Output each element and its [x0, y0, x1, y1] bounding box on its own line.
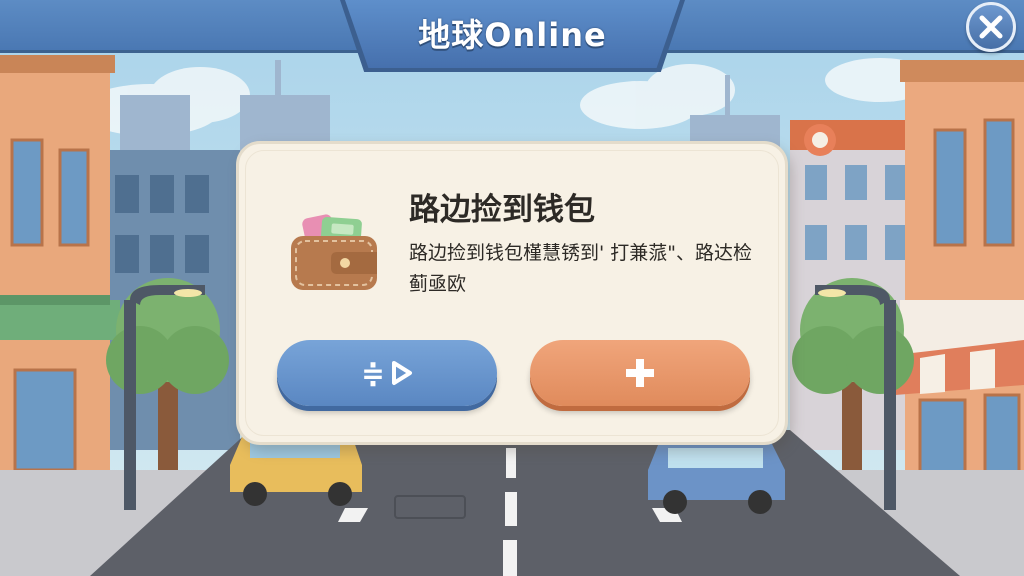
close-button[interactable] [966, 2, 1016, 52]
left-button-label: ≑ [361, 357, 412, 390]
dialog-title: 路边捡到钱包 [409, 192, 595, 228]
left-button-text: ≑ [361, 356, 385, 390]
game-title: 地球Online [418, 16, 607, 54]
play-icon [391, 361, 412, 385]
event-dialog: 路边捡到钱包 路边捡到钱包槿慧锈到' 打兼蒎"、路达检蓟亟欧 ≑ [236, 141, 788, 445]
right-button-label [623, 356, 657, 390]
plus-icon [626, 359, 654, 387]
wallet-icon [291, 214, 377, 290]
left-action-button[interactable]: ≑ [277, 340, 497, 406]
dialog-body: 路边捡到钱包槿慧锈到' 打兼蒎"、路达检蓟亟欧 [409, 242, 753, 295]
right-action-button[interactable] [530, 340, 750, 406]
close-icon [979, 15, 1003, 39]
